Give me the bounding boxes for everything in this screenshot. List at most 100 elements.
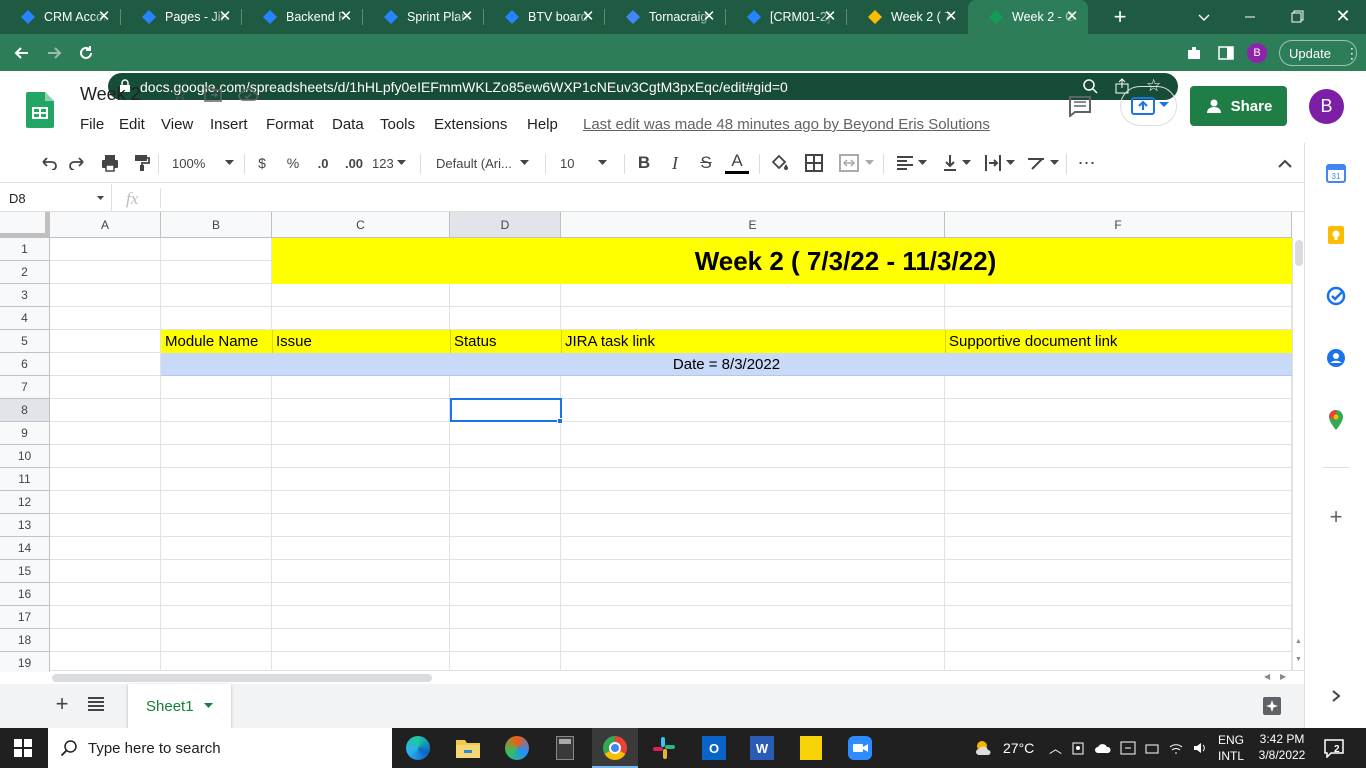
browser-tab[interactable]: Backend Portal✕	[242, 0, 362, 34]
formula-input[interactable]	[170, 184, 1300, 212]
menu-help[interactable]: Help	[527, 116, 558, 133]
zoom-dropdown[interactable]: 100%	[172, 143, 240, 183]
close-tab-icon[interactable]: ✕	[459, 9, 475, 25]
zoom-icon[interactable]	[1082, 78, 1098, 94]
zoom-app-icon[interactable]	[848, 736, 872, 760]
close-tab-icon[interactable]: ✕	[943, 9, 959, 25]
close-tab-icon[interactable]: ✕	[96, 9, 112, 25]
merge-cells-icon[interactable]	[835, 143, 877, 183]
currency-format-button[interactable]: $	[253, 143, 271, 183]
restore-icon[interactable]	[1287, 8, 1307, 26]
update-button[interactable]: Update ⋮	[1279, 40, 1359, 66]
menu-tools[interactable]: Tools	[380, 116, 415, 133]
row-header-4[interactable]: 4	[0, 307, 50, 330]
week-title-cell[interactable]: Week 2 ( 7/3/22 - 11/3/22)	[272, 238, 1292, 284]
row-header-13[interactable]: 13	[0, 514, 50, 537]
last-edit-link[interactable]: Last edit was made 48 minutes ago by Bey…	[583, 116, 990, 133]
name-box[interactable]: D8	[0, 184, 112, 212]
share-button[interactable]: Share	[1190, 86, 1287, 126]
row-header-9[interactable]: 9	[0, 422, 50, 445]
menu-data[interactable]: Data	[332, 116, 364, 133]
back-icon[interactable]	[12, 43, 32, 63]
add-sheet-icon[interactable]: +	[52, 693, 72, 715]
browser-tab[interactable]: Week 2 - G ✕	[968, 0, 1088, 34]
strikethrough-icon[interactable]: S	[696, 143, 716, 183]
row-header-8[interactable]: 8	[0, 399, 50, 422]
vertical-scrollbar[interactable]: ▲ ▼	[1292, 238, 1304, 672]
horizontal-align-icon[interactable]	[893, 143, 929, 183]
get-addons-icon[interactable]: +	[1326, 506, 1346, 528]
more-icon[interactable]: ⋯	[1076, 143, 1098, 183]
taskbar-search-box[interactable]: Type here to search	[48, 728, 392, 768]
all-sheets-icon[interactable]	[88, 697, 104, 711]
sheet-tab-sheet1[interactable]: Sheet1	[128, 684, 231, 728]
menu-extensions[interactable]: Extensions	[434, 116, 507, 133]
decrease-decimal-button[interactable]: .0	[310, 143, 336, 183]
row-header-18[interactable]: 18	[0, 629, 50, 652]
windows-start-icon[interactable]	[14, 739, 32, 757]
show-side-panel-icon[interactable]	[1329, 689, 1343, 703]
browser-tab[interactable]: CRM Accounts✕	[0, 0, 120, 34]
column-header-c[interactable]: C	[272, 212, 450, 238]
row-header-12[interactable]: 12	[0, 491, 50, 514]
maps-icon[interactable]	[1327, 409, 1345, 431]
close-tab-icon[interactable]: ✕	[701, 9, 717, 25]
row-header-11[interactable]: 11	[0, 468, 50, 491]
row-header-3[interactable]: 3	[0, 284, 50, 307]
browser-tab[interactable]: Pages - Jira ✕	[121, 0, 241, 34]
column-header-e[interactable]: E	[561, 212, 945, 238]
input-language[interactable]: ENG INTL	[1218, 732, 1244, 764]
select-all-corner[interactable]	[0, 212, 50, 238]
undo-icon[interactable]	[36, 143, 60, 183]
cloud-status-icon[interactable]	[237, 86, 259, 102]
weather-icon[interactable]	[974, 738, 994, 758]
slack-icon[interactable]	[652, 736, 676, 760]
present-button[interactable]	[1120, 86, 1177, 126]
horizontal-scrollbar[interactable]: ◀ ▶	[50, 670, 1304, 684]
browser-tab[interactable]: [CRM01-2] ✕	[726, 0, 846, 34]
selected-cell-d8[interactable]	[450, 398, 562, 422]
account-avatar[interactable]: B	[1309, 89, 1344, 124]
row-header-6[interactable]: 6	[0, 353, 50, 376]
close-tab-icon[interactable]: ✕	[822, 9, 838, 25]
contacts-icon[interactable]	[1326, 348, 1346, 368]
menu-insert[interactable]: Insert	[210, 116, 248, 133]
close-window-icon[interactable]: ✕	[1333, 6, 1353, 26]
clock[interactable]: 3:42 PM 3/8/2022	[1254, 731, 1310, 763]
font-family-dropdown[interactable]: Default (Ari...	[436, 143, 536, 183]
date-row-cell[interactable]: Date = 8/3/2022	[161, 353, 1292, 376]
close-tab-icon[interactable]: ✕	[580, 9, 596, 25]
borders-icon[interactable]	[803, 143, 825, 183]
forward-icon[interactable]	[44, 43, 64, 63]
vertical-align-icon[interactable]	[938, 143, 974, 183]
column-header-d[interactable]: D	[450, 212, 561, 238]
side-panel-icon[interactable]	[1217, 44, 1235, 62]
increase-decimal-button[interactable]: .00	[341, 143, 367, 183]
reload-icon[interactable]	[76, 43, 96, 63]
row-header-2[interactable]: 2	[0, 261, 50, 284]
font-size-dropdown[interactable]: 10	[560, 143, 616, 183]
tray-expand-icon[interactable]: ︿	[1049, 738, 1062, 757]
browser-tab[interactable]: Week 2 ( 7 ✕	[847, 0, 967, 34]
file-explorer-icon[interactable]	[456, 738, 480, 758]
explore-icon[interactable]	[1262, 696, 1282, 716]
italic-icon[interactable]: I	[665, 143, 685, 183]
collapse-menu-icon[interactable]	[1274, 143, 1296, 183]
header-module-name[interactable]: Module Name	[161, 330, 272, 353]
header-document-link[interactable]: Supportive document link	[945, 330, 1292, 353]
calendar-icon[interactable]: 31	[1326, 163, 1346, 183]
fill-handle[interactable]	[557, 418, 563, 424]
extensions-icon[interactable]	[1185, 44, 1203, 62]
sheets-logo-icon[interactable]	[26, 92, 54, 128]
chromium-icon[interactable]	[505, 736, 529, 760]
text-color-icon[interactable]: A	[724, 143, 750, 183]
sticky-notes-icon[interactable]	[800, 736, 822, 760]
menu-format[interactable]: Format	[266, 116, 314, 133]
row-header-15[interactable]: 15	[0, 560, 50, 583]
print-icon[interactable]	[98, 143, 122, 183]
keep-icon[interactable]	[1326, 225, 1346, 245]
paint-format-icon[interactable]	[130, 143, 154, 183]
menu-edit[interactable]: Edit	[119, 116, 145, 133]
fill-color-icon[interactable]	[769, 143, 791, 183]
row-header-10[interactable]: 10	[0, 445, 50, 468]
